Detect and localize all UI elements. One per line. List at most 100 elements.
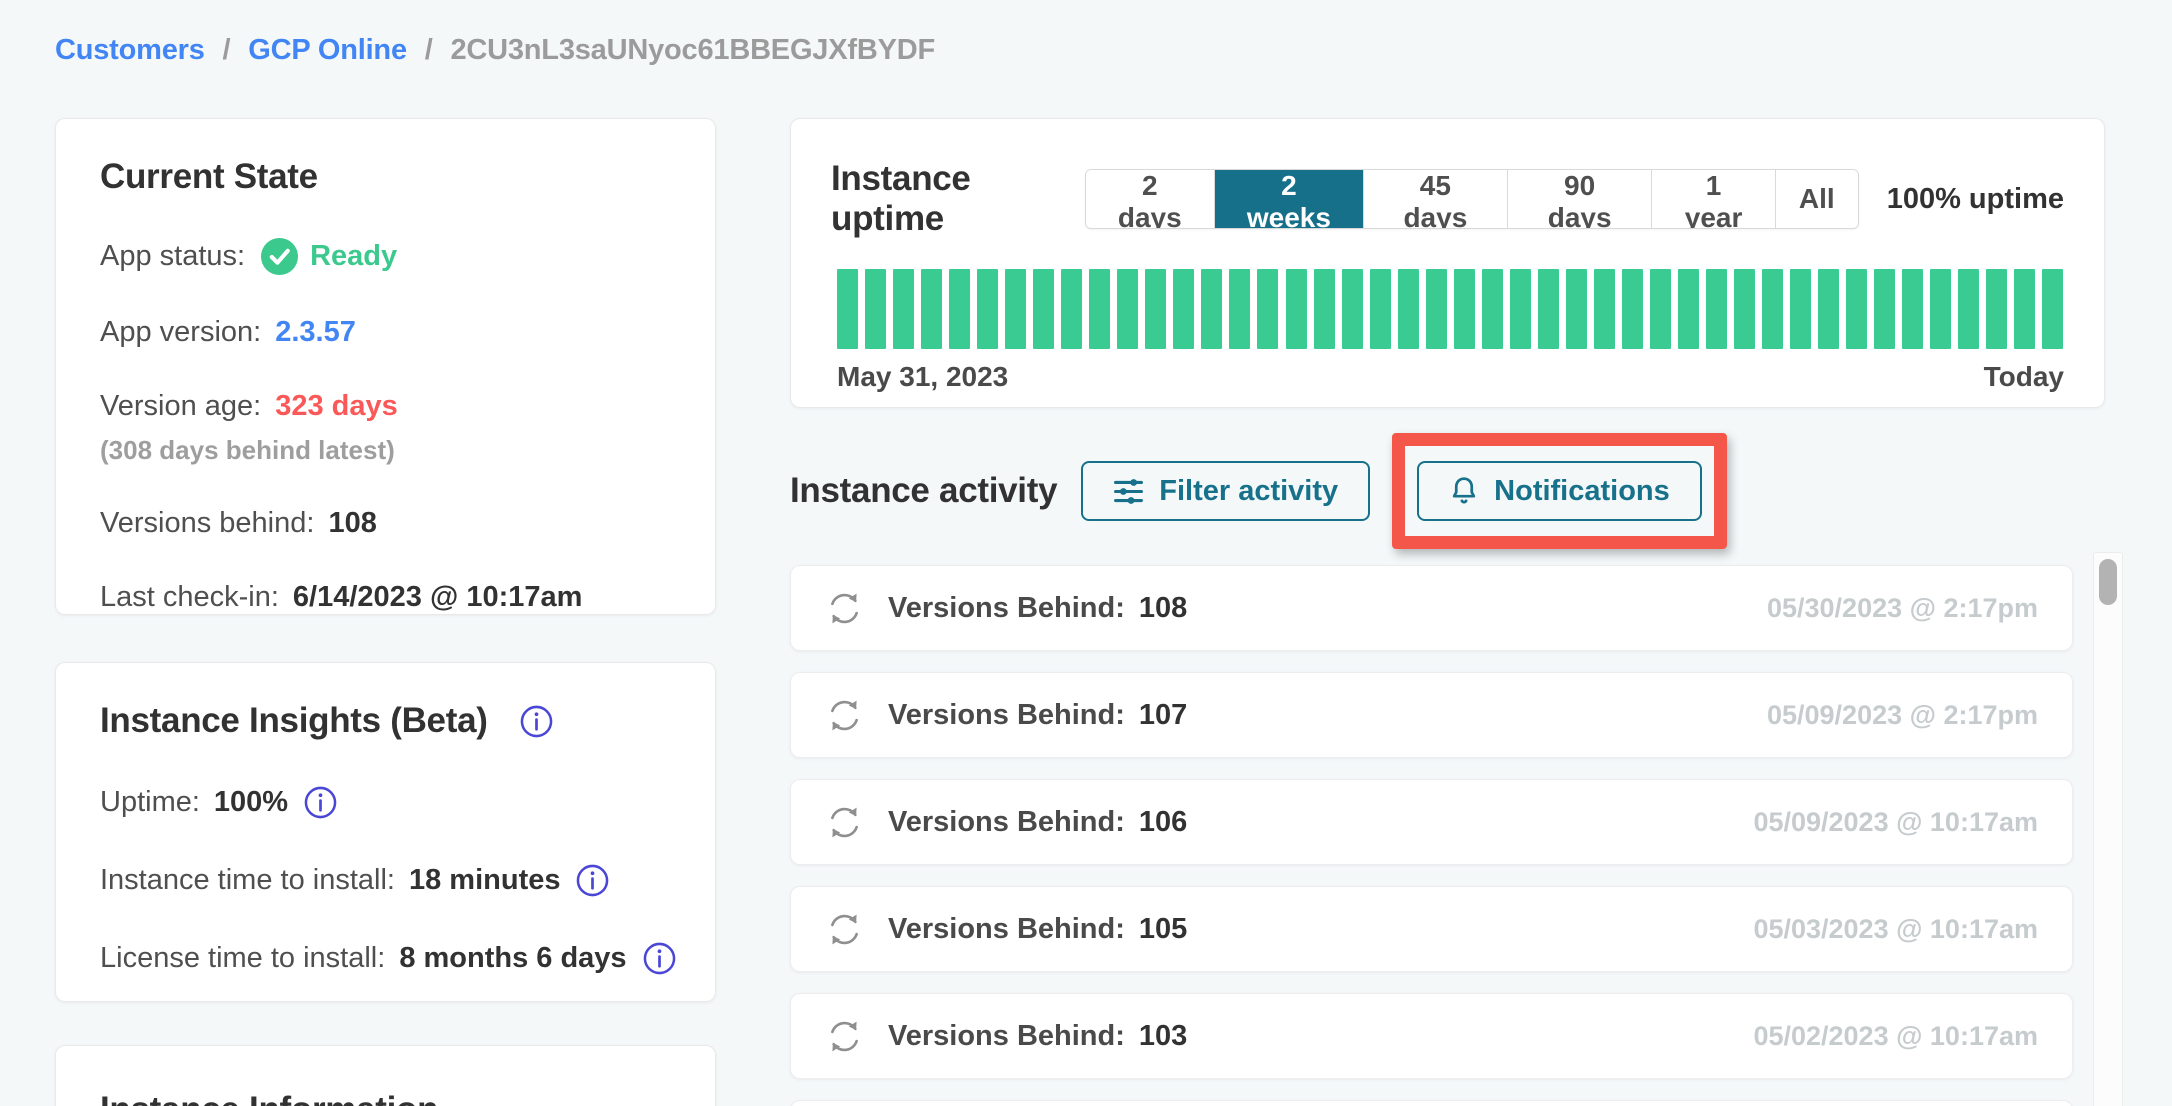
info-icon[interactable]	[520, 705, 553, 738]
versions-behind-row: Versions behind: 108	[100, 507, 671, 540]
uptime-bar	[893, 269, 914, 349]
uptime-bar	[1650, 269, 1671, 349]
activity-timestamp: 05/09/2023 @ 2:17pm	[1767, 700, 2038, 731]
info-icon[interactable]	[576, 864, 609, 897]
uptime-bar	[1314, 269, 1335, 349]
activity-scrollbar-thumb[interactable]	[2099, 559, 2117, 605]
last-checkin-label: Last check-in:	[100, 581, 279, 614]
notifications-button[interactable]: Notifications	[1417, 461, 1702, 521]
uptime-bar	[1622, 269, 1643, 349]
range-button-1-year[interactable]: 1 year	[1651, 170, 1775, 228]
range-button-45-days[interactable]: 45 days	[1363, 170, 1507, 228]
activity-label: Versions Behind:	[888, 1020, 1125, 1053]
uptime-bar	[1958, 269, 1979, 349]
uptime-bar	[1370, 269, 1391, 349]
versions-behind-label: Versions behind:	[100, 507, 314, 540]
license-install-row: License time to install: 8 months 6 days	[100, 942, 671, 975]
activity-label: Versions Behind:	[888, 592, 1125, 625]
instance-insights-card: Instance Insights (Beta) Uptime: 100% In…	[55, 662, 716, 1002]
uptime-bar	[1229, 269, 1250, 349]
uptime-bar	[2042, 269, 2063, 349]
uptime-bar	[1930, 269, 1951, 349]
app-version-value[interactable]: 2.3.57	[275, 316, 356, 349]
activity-label: Versions Behind:	[888, 913, 1125, 946]
range-button-90-days[interactable]: 90 days	[1507, 170, 1651, 228]
range-button-all[interactable]: All	[1775, 170, 1858, 228]
version-age-label: Version age:	[100, 390, 261, 423]
annotation-highlight-box: Notifications	[1392, 433, 1727, 549]
activity-row: Versions Behind: 103 05/02/2023 @ 10:17a…	[790, 993, 2073, 1079]
breadcrumb-link-customers[interactable]: Customers	[55, 34, 205, 66]
instance-install-value: 18 minutes	[409, 864, 561, 897]
refresh-icon	[825, 1017, 864, 1056]
uptime-bar	[1818, 269, 1839, 349]
filter-activity-button[interactable]: Filter activity	[1081, 461, 1370, 521]
activity-timestamp: 05/09/2023 @ 10:17am	[1753, 807, 2038, 838]
instance-install-label: Instance time to install:	[100, 864, 395, 897]
app-status-value: Ready	[310, 240, 397, 273]
activity-timestamp: 05/02/2023 @ 10:17am	[1753, 1021, 2038, 1052]
uptime-bar	[1566, 269, 1587, 349]
uptime-bar-chart	[837, 269, 2064, 349]
last-checkin-row: Last check-in: 6/14/2023 @ 10:17am	[100, 581, 671, 614]
uptime-bar	[1089, 269, 1110, 349]
refresh-icon	[825, 589, 864, 628]
range-button-2-days[interactable]: 2 days	[1086, 170, 1215, 228]
uptime-bar	[1398, 269, 1419, 349]
filter-activity-label: Filter activity	[1159, 475, 1338, 508]
breadcrumb-instance-id: 2CU3nL3saUNyoc61BBEGJXfBYDF	[450, 34, 935, 66]
app-status-row: App status: Ready	[100, 238, 671, 275]
bell-icon	[1449, 475, 1479, 507]
left-column: Current State App status: Ready App vers…	[55, 118, 716, 1106]
uptime-bar	[1342, 269, 1363, 349]
uptime-bar	[1061, 269, 1082, 349]
version-age-subtext: (308 days behind latest)	[100, 435, 671, 466]
uptime-bar	[1594, 269, 1615, 349]
activity-row: Versions Behind: 108 05/30/2023 @ 2:17pm	[790, 565, 2073, 651]
activity-timestamp: 05/30/2023 @ 2:17pm	[1767, 593, 2038, 624]
uptime-row: Uptime: 100%	[100, 786, 671, 819]
instance-information-card: Instance Information	[55, 1045, 716, 1106]
uptime-bar	[1033, 269, 1054, 349]
check-circle-icon	[261, 238, 298, 275]
activity-value: 103	[1139, 1020, 1187, 1053]
activity-timestamp: 05/03/2023 @ 10:17am	[1753, 914, 2038, 945]
app-version-row: App version: 2.3.57	[100, 316, 671, 349]
uptime-bar	[1734, 269, 1755, 349]
activity-scrollbar-track[interactable]	[2093, 552, 2123, 1106]
uptime-bar	[1790, 269, 1811, 349]
uptime-bar	[1538, 269, 1559, 349]
uptime-bar	[1902, 269, 1923, 349]
info-icon[interactable]	[643, 942, 676, 975]
range-button-2-weeks[interactable]: 2 weeks	[1214, 170, 1363, 228]
current-state-title: Current State	[100, 157, 671, 197]
instance-install-row: Instance time to install: 18 minutes	[100, 864, 671, 897]
activity-value: 107	[1139, 699, 1187, 732]
uptime-bar	[2014, 269, 2035, 349]
activity-label: Versions Behind:	[888, 806, 1125, 839]
uptime-bar	[1874, 269, 1895, 349]
license-install-value: 8 months 6 days	[399, 942, 626, 975]
uptime-bar	[1257, 269, 1278, 349]
current-state-card: Current State App status: Ready App vers…	[55, 118, 716, 615]
instance-activity-title: Instance activity	[790, 471, 1057, 511]
uptime-end-date: Today	[1984, 361, 2064, 393]
uptime-percentage-label: 100% uptime	[1887, 183, 2064, 216]
uptime-bar	[1426, 269, 1447, 349]
breadcrumb-link-app[interactable]: GCP Online	[248, 34, 407, 66]
uptime-start-date: May 31, 2023	[837, 361, 1008, 393]
uptime-value: 100%	[214, 786, 288, 819]
activity-value: 106	[1139, 806, 1187, 839]
refresh-icon	[825, 910, 864, 949]
version-age-row: Version age: 323 days	[100, 390, 671, 423]
uptime-bar	[1005, 269, 1026, 349]
uptime-bar	[921, 269, 942, 349]
breadcrumb-separator: /	[425, 34, 433, 66]
uptime-label: Uptime:	[100, 786, 200, 819]
breadcrumb: Customers / GCP Online / 2CU3nL3saUNyoc6…	[55, 34, 935, 67]
activity-label: Versions Behind:	[888, 699, 1125, 732]
uptime-bar	[1173, 269, 1194, 349]
info-icon[interactable]	[304, 786, 337, 819]
uptime-bar	[1706, 269, 1727, 349]
uptime-bar	[1678, 269, 1699, 349]
